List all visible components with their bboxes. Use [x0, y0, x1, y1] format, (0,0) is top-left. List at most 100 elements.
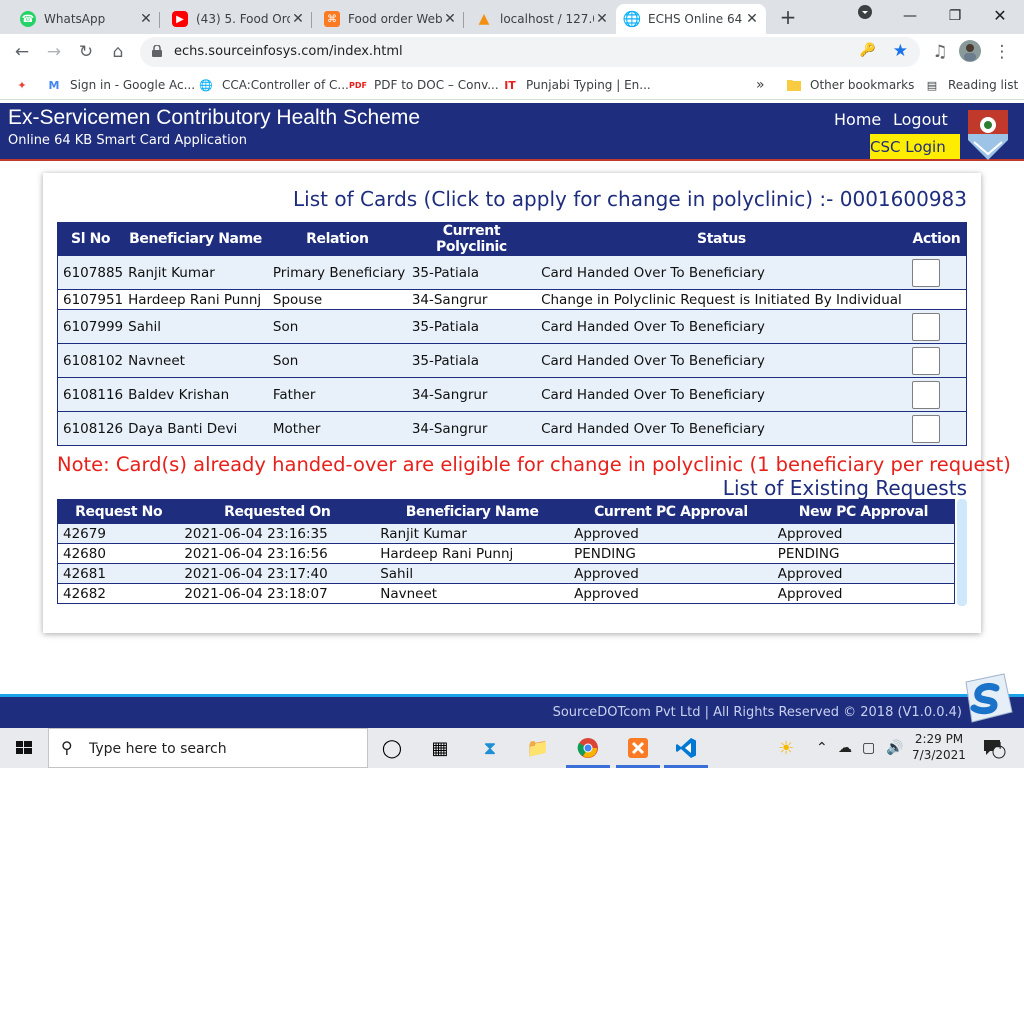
table-row[interactable]: 6108116 Baldev Krishan Father 34-Sangrur…	[57, 377, 967, 412]
table-row: 42680 2021-06-04 23:16:56 Hardeep Rani P…	[57, 543, 955, 564]
vscode-icon[interactable]	[662, 728, 710, 768]
cell-action	[906, 289, 967, 310]
csc-login-button[interactable]: CSC Login	[870, 134, 960, 159]
other-bookmarks-folder[interactable]: Other bookmarks	[786, 76, 914, 94]
tab-search-button[interactable]	[850, 4, 880, 28]
logout-link[interactable]: Logout	[893, 110, 948, 129]
new-tab-button[interactable]: +	[778, 6, 798, 28]
bookmark-google-signin[interactable]: M Sign in - Google Ac...	[46, 76, 196, 94]
lock-icon	[152, 45, 162, 57]
file-explorer-icon[interactable]: 📁	[514, 728, 562, 768]
show-hidden-icons-chevron-icon[interactable]: ⌃	[816, 728, 828, 768]
back-button[interactable]: ←	[10, 40, 34, 64]
site-title: Ex-Servicemen Contributory Health Scheme	[8, 106, 421, 129]
menu-dots-icon[interactable]: ⋮	[990, 40, 1014, 64]
cell-action	[906, 343, 967, 378]
site-header: Ex-Servicemen Contributory Health Scheme…	[0, 103, 1024, 161]
tab-whatsapp[interactable]: ☎ WhatsApp ✕	[12, 4, 160, 34]
browser-toolbar: ← → ↻ ⌂ echs.sourceinfosys.com/index.htm…	[0, 34, 1024, 70]
cell-requested-on: 2021-06-04 23:16:56	[179, 543, 376, 564]
apply-checkbox[interactable]	[911, 312, 940, 341]
cell-relation: Father	[267, 377, 407, 412]
col-current-pc-approval: Current PC Approval	[569, 499, 773, 524]
forward-button[interactable]: →	[42, 40, 66, 64]
apps-icon[interactable]: ✦	[14, 76, 38, 94]
reading-list-button[interactable]: ▤ Reading list	[924, 76, 1018, 94]
media-control-icon[interactable]: ♫	[928, 40, 952, 64]
tab-youtube[interactable]: ▶ (43) 5. Food Ord ✕	[164, 4, 312, 34]
tab-localhost[interactable]: ▲ localhost / 127.0 ✕	[468, 4, 616, 34]
close-icon[interactable]: ✕	[290, 11, 306, 27]
cell-request-no: 42681	[57, 563, 180, 584]
cortana-icon[interactable]: ◯	[368, 728, 416, 768]
onedrive-cloud-icon[interactable]: ☁	[838, 728, 852, 768]
windows-taskbar: ⚲ Type here to search ◯ ▦ ⧗ 📁 ☀ ⌃ ☁ ▢ 🔊 …	[0, 728, 1024, 768]
volume-icon[interactable]: 🔊	[886, 728, 903, 768]
edge-icon[interactable]: ⧗	[466, 728, 514, 768]
apply-checkbox[interactable]	[911, 346, 940, 375]
close-window-button[interactable]: ✕	[985, 4, 1015, 28]
cell-sl-no: 6108102	[57, 343, 124, 378]
cell-new-pc-approval: PENDING	[772, 543, 955, 564]
cell-sl-no: 6108126	[57, 411, 124, 446]
tab-food-order[interactable]: ⌘ Food order Web ✕	[316, 4, 464, 34]
task-view-icon[interactable]: ▦	[416, 728, 464, 768]
table-row[interactable]: 6107885 Ranjit Kumar Primary Beneficiary…	[57, 255, 967, 290]
minimize-button[interactable]: —	[895, 4, 925, 28]
sourcedotcom-logo-icon	[965, 673, 1013, 723]
bookmark-star-icon[interactable]: ★	[893, 41, 908, 61]
table-row: 42682 2021-06-04 23:18:07 Navneet Approv…	[57, 583, 955, 604]
close-icon[interactable]: ✕	[744, 11, 760, 27]
close-icon[interactable]: ✕	[138, 11, 154, 27]
cell-beneficiary-name: Sahil	[375, 563, 570, 584]
table-row: 42681 2021-06-04 23:17:40 Sahil Approved…	[57, 563, 955, 584]
apply-checkbox[interactable]	[911, 258, 940, 287]
notification-count-badge: 4	[995, 741, 1003, 752]
col-status: Status	[536, 222, 907, 256]
key-icon[interactable]: 🔑	[860, 43, 876, 58]
requests-scrollbar[interactable]	[957, 499, 967, 606]
network-icon[interactable]: ▢	[862, 728, 875, 768]
action-center-icon[interactable]: 4	[982, 728, 1006, 768]
table-row[interactable]: 6108102 Navneet Son 35-Patiala Card Hand…	[57, 343, 967, 378]
table-row[interactable]: 6107951 Hardeep Rani Punnj Spouse 34-San…	[57, 289, 967, 310]
table-row[interactable]: 6108126 Daya Banti Devi Mother 34-Sangru…	[57, 411, 967, 446]
close-icon[interactable]: ✕	[442, 11, 458, 27]
taskbar-search-box[interactable]: ⚲ Type here to search	[48, 728, 368, 768]
tab-echs-online[interactable]: 🌐 ECHS Online 64 ✕	[616, 4, 766, 34]
cell-new-pc-approval: Approved	[772, 523, 955, 544]
tab-title: WhatsApp	[44, 12, 106, 26]
close-icon[interactable]: ✕	[594, 11, 610, 27]
address-bar[interactable]: echs.sourceinfosys.com/index.html 🔑 ★	[140, 37, 920, 67]
bookmark-label: Reading list	[948, 78, 1019, 92]
start-button[interactable]	[0, 728, 48, 768]
url-text[interactable]: echs.sourceinfosys.com/index.html	[174, 44, 403, 59]
cell-status: Card Handed Over To Beneficiary	[536, 377, 907, 412]
bookmarks-overflow-button[interactable]: »	[756, 76, 765, 94]
table-row[interactable]: 6107999 Sahil Son 35-Patiala Card Handed…	[57, 309, 967, 344]
phpmyadmin-icon: ▲	[478, 11, 490, 27]
reload-button[interactable]: ↻	[74, 40, 98, 64]
cards-list-title: List of Cards (Click to apply for change…	[293, 187, 967, 211]
apply-checkbox[interactable]	[911, 380, 940, 409]
cell-action	[906, 377, 967, 412]
bookmark-punjabi-typing[interactable]: IT Punjabi Typing | En...	[502, 76, 651, 94]
cell-status: Card Handed Over To Beneficiary	[536, 309, 907, 344]
bookmark-cca[interactable]: 🌐 CCA:Controller of C...	[198, 76, 349, 94]
tab-title: Food order Web	[348, 12, 442, 26]
cell-request-no: 42682	[57, 583, 180, 604]
cell-beneficiary-name: Navneet	[375, 583, 570, 604]
site-footer: SourceDOTcom Pvt Ltd | All Rights Reserv…	[0, 694, 1024, 728]
chrome-icon[interactable]	[564, 728, 612, 768]
weather-icon[interactable]: ☀	[778, 728, 794, 768]
profile-avatar[interactable]	[958, 40, 982, 64]
xampp-icon[interactable]	[614, 728, 662, 768]
home-button[interactable]: ⌂	[106, 40, 130, 64]
requests-header-row: Request No Requested On Beneficiary Name…	[57, 499, 955, 524]
home-link[interactable]: Home	[834, 110, 881, 129]
bookmark-pdf-to-doc[interactable]: PDF PDF to DOC – Conv...	[349, 76, 499, 94]
taskbar-clock[interactable]: 2:29 PM 7/3/2021	[912, 731, 966, 763]
restore-button[interactable]: ❐	[940, 4, 970, 28]
apply-checkbox[interactable]	[911, 414, 940, 443]
cell-requested-on: 2021-06-04 23:17:40	[179, 563, 376, 584]
